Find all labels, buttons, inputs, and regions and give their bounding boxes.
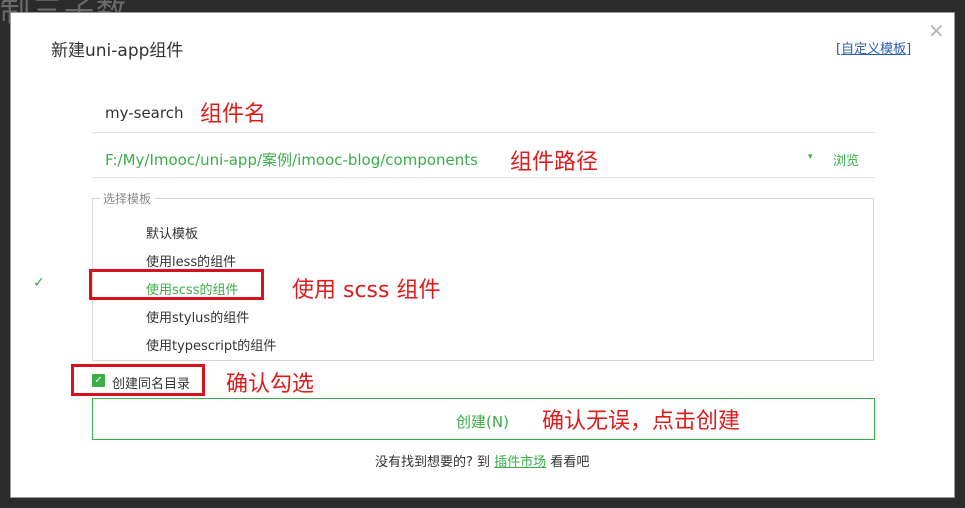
template-legend: 选择模板	[100, 190, 155, 207]
footer-hint: 没有找到想要的? 到 插件市场 看看吧	[375, 451, 589, 470]
plugin-market-link[interactable]: 插件市场	[494, 455, 546, 470]
template-option-less[interactable]: 使用less的组件	[146, 251, 236, 270]
template-option-typescript[interactable]: 使用typescript的组件	[146, 335, 276, 354]
footer-prefix: 没有找到想要的? 到	[375, 455, 491, 470]
custom-template-link[interactable]: [自定义模板]	[836, 38, 911, 57]
checkbox-highlight-box	[71, 364, 205, 396]
scss-highlight-box	[89, 269, 264, 300]
selected-check-icon: ✓	[33, 275, 45, 291]
component-name-input[interactable]: my-search	[105, 104, 183, 122]
custom-template-link-label: 自定义模板	[841, 42, 907, 57]
custom-template-close-bracket: ]	[906, 42, 912, 57]
annotation-component-name: 组件名	[200, 102, 267, 127]
chevron-down-icon[interactable]: ▾	[808, 152, 813, 162]
template-option-default[interactable]: 默认模板	[146, 223, 198, 242]
dialog-title: 新建uni-app组件	[51, 41, 184, 61]
component-path-input[interactable]: F:/My/Imooc/uni-app/案例/imooc-blog/compon…	[105, 149, 478, 170]
create-button[interactable]: 创建(N)	[92, 398, 875, 440]
annotation-confirm-check: 确认勾选	[226, 372, 315, 397]
template-option-stylus[interactable]: 使用stylus的组件	[146, 307, 249, 326]
new-component-dialog: 新建uni-app组件 [自定义模板] ✕ my-search F:/My/Im…	[10, 12, 955, 498]
create-button-label: 创建(N)	[456, 413, 509, 431]
footer-suffix: 看看吧	[550, 455, 590, 470]
annotation-click-create: 确认无误，点击创建	[542, 409, 741, 434]
annotation-component-path: 组件路径	[510, 150, 599, 175]
annotation-use-scss: 使用 scss 组件	[292, 278, 441, 303]
component-path-field[interactable]: F:/My/Imooc/uni-app/案例/imooc-blog/compon…	[92, 133, 875, 178]
close-icon[interactable]: ✕	[928, 19, 945, 43]
browse-button[interactable]: 浏览	[833, 150, 859, 169]
